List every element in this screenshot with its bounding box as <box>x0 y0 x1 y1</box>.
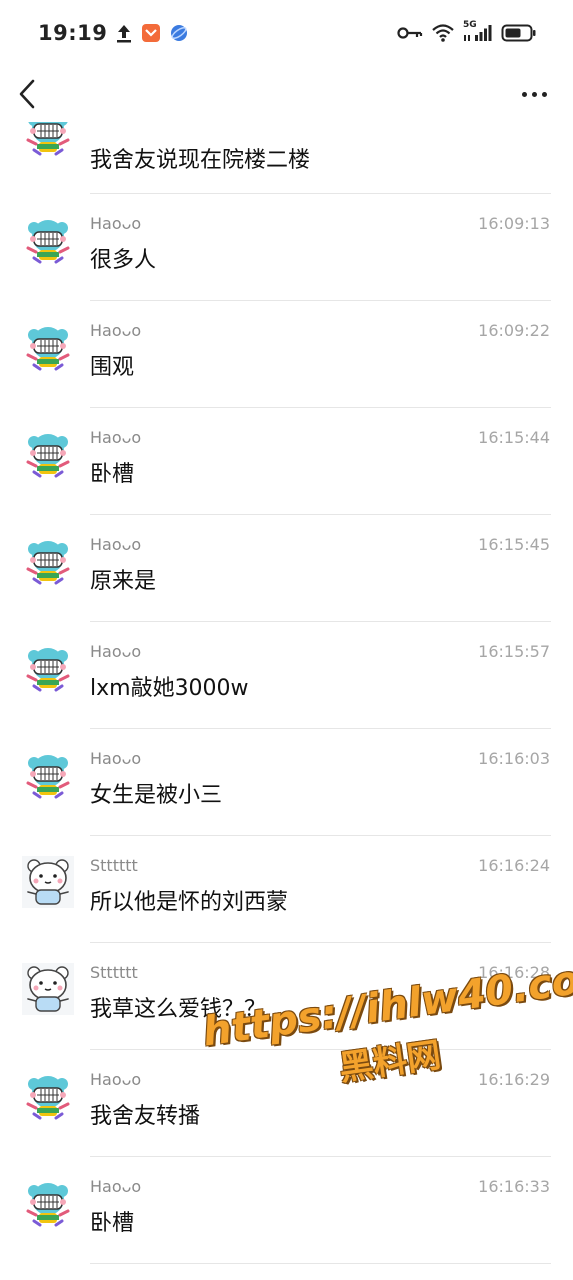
battery-icon <box>501 23 537 43</box>
message-text[interactable]: 卧槽 <box>90 456 134 488</box>
message-row[interactable]: Haoᴗo 16:15:57 lxm敲她3000w <box>0 622 573 729</box>
sender-name: Haoᴗo <box>90 1177 142 1196</box>
sender-name: Haoᴗo <box>90 214 142 233</box>
message-timestamp: 16:16:03 <box>478 749 550 768</box>
message-text[interactable]: 女生是被小三 <box>90 777 222 809</box>
sender-name: Haoᴗo <box>90 321 142 340</box>
chevron-left-icon <box>19 79 35 109</box>
message-text[interactable]: 我舍友说现在院楼二楼 <box>90 142 310 174</box>
cartoon-teeth-avatar[interactable] <box>22 1070 74 1122</box>
cartoon-teeth-avatar[interactable] <box>22 214 74 266</box>
sender-name: Haoᴗo <box>90 749 142 768</box>
message-text[interactable]: 围观 <box>90 349 134 381</box>
message-row[interactable]: Stttttt 16:16:24 所以他是怀的刘西蒙 <box>0 836 573 943</box>
cartoon-teeth-avatar[interactable] <box>22 642 74 694</box>
message-timestamp: 16:16:29 <box>478 1070 550 1089</box>
message-timestamp: 16:15:44 <box>478 428 550 447</box>
app-shield-icon <box>141 23 161 43</box>
clock: 19:19 <box>38 21 108 45</box>
message-timestamp: 16:15:45 <box>478 535 550 554</box>
cartoon-teeth-avatar[interactable] <box>22 428 74 480</box>
status-bar: 19:19 5G <box>0 0 573 66</box>
key-icon <box>397 25 423 41</box>
message-timestamp: 16:16:24 <box>478 856 550 875</box>
message-text[interactable]: 卧槽 <box>90 1205 134 1237</box>
top-nav-bar <box>0 66 573 122</box>
message-text[interactable]: 我舍友转播 <box>90 1098 200 1130</box>
sender-name: Haoᴗo <box>90 642 142 661</box>
chat-history-list[interactable]: 我舍友说现在院楼二楼 Haoᴗo 16:09:13 很多人 Haoᴗo 16:09:22 围… <box>0 122 573 1280</box>
sender-name: Stttttt <box>90 856 138 875</box>
sender-name: Haoᴗo <box>90 428 142 447</box>
message-row[interactable]: Haoᴗo 16:16:33 卧槽 <box>0 1157 573 1264</box>
message-row[interactable]: 我舍友说现在院楼二楼 <box>0 122 573 194</box>
message-timestamp: 16:15:57 <box>478 642 550 661</box>
message-timestamp: 16:16:28 <box>478 963 550 982</box>
sender-name: Haoᴗo <box>90 535 142 554</box>
app-ball-icon <box>169 23 189 43</box>
message-text[interactable]: lxm敲她3000w <box>90 670 249 702</box>
message-text[interactable]: 所以他是怀的刘西蒙 <box>90 884 288 916</box>
bear-avatar[interactable] <box>22 963 74 1015</box>
cartoon-teeth-avatar[interactable] <box>22 321 74 373</box>
status-left: 19:19 <box>38 21 189 45</box>
message-timestamp: 16:16:33 <box>478 1177 550 1196</box>
sender-name: Stttttt <box>90 963 138 982</box>
message-row[interactable]: Stttttt 16:16:28 我草这么爱钱？？ <box>0 943 573 1050</box>
message-text[interactable]: 很多人 <box>90 242 156 274</box>
message-row[interactable]: Haoᴗo 16:16:03 女生是被小三 <box>0 729 573 836</box>
network-type-label: 5G <box>463 20 477 30</box>
cartoon-teeth-avatar[interactable] <box>22 535 74 587</box>
sender-name: Haoᴗo <box>90 1070 142 1089</box>
message-row[interactable]: Haoᴗo 16:09:13 很多人 <box>0 194 573 301</box>
message-row[interactable]: Haoᴗo 16:16:29 我舍友转播 <box>0 1050 573 1157</box>
status-right: 5G <box>397 20 537 43</box>
cartoon-teeth-avatar[interactable] <box>22 1177 74 1229</box>
cartoon-teeth-avatar[interactable] <box>22 749 74 801</box>
message-text[interactable]: 原来是 <box>90 563 156 595</box>
wifi-icon <box>431 23 455 43</box>
signal-icon: 5G <box>463 20 493 43</box>
more-horizontal-icon <box>522 91 527 97</box>
row-divider <box>90 1263 551 1264</box>
bear-avatar[interactable] <box>22 856 74 908</box>
message-row[interactable]: Haoᴗo 16:15:45 原来是 <box>0 515 573 622</box>
message-timestamp: 16:09:22 <box>478 321 550 340</box>
message-row[interactable]: Haoᴗo 16:15:44 卧槽 <box>0 408 573 515</box>
more-options-button[interactable] <box>518 86 551 103</box>
back-button[interactable] <box>18 78 40 110</box>
message-text[interactable]: 我草这么爱钱？？ <box>90 991 266 1023</box>
cartoon-teeth-avatar[interactable] <box>22 122 74 158</box>
message-timestamp: 16:09:13 <box>478 214 550 233</box>
message-row[interactable]: Haoᴗo 16:09:22 围观 <box>0 301 573 408</box>
upload-icon <box>115 23 133 43</box>
